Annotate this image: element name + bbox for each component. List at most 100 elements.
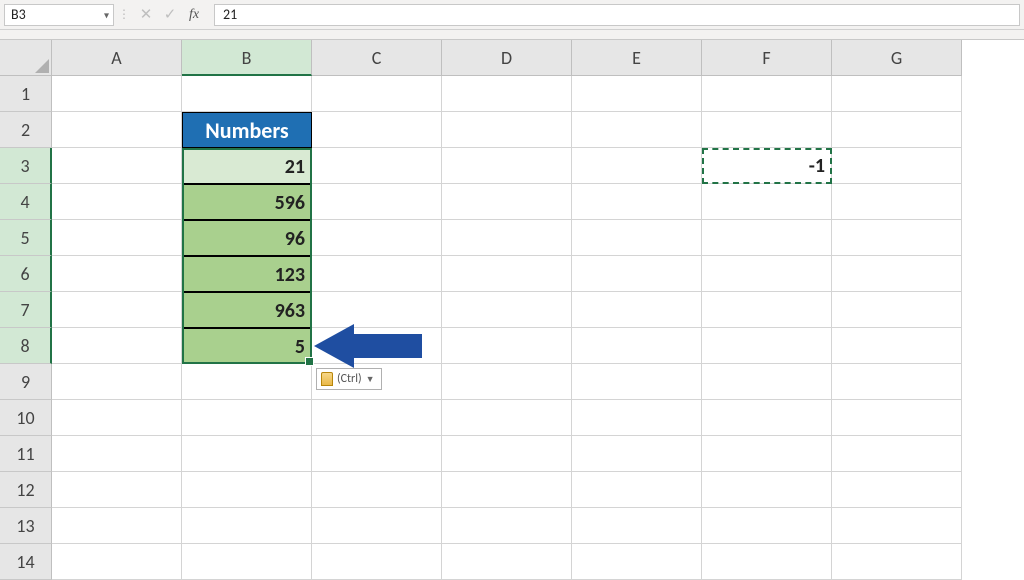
row-head-11[interactable]: 11 <box>0 436 52 472</box>
col-head-F[interactable]: F <box>702 40 832 76</box>
cell-G14[interactable] <box>832 544 962 580</box>
cell-E1[interactable] <box>572 76 702 112</box>
cell-E7[interactable] <box>572 292 702 328</box>
row-head-9[interactable]: 9 <box>0 364 52 400</box>
col-head-D[interactable]: D <box>442 40 572 76</box>
row-head-3[interactable]: 3 <box>0 148 52 184</box>
col-head-B[interactable]: B <box>182 40 312 76</box>
cell-E3[interactable] <box>572 148 702 184</box>
cell-E11[interactable] <box>572 436 702 472</box>
cell-D3[interactable] <box>442 148 572 184</box>
cell-G11[interactable] <box>832 436 962 472</box>
cell-F2[interactable] <box>702 112 832 148</box>
cell-A5[interactable] <box>52 220 182 256</box>
col-head-E[interactable]: E <box>572 40 702 76</box>
cell-C12[interactable] <box>312 472 442 508</box>
cell-D6[interactable] <box>442 256 572 292</box>
cell-C7[interactable] <box>312 292 442 328</box>
cell-A14[interactable] <box>52 544 182 580</box>
cell-A10[interactable] <box>52 400 182 436</box>
col-head-A[interactable]: A <box>52 40 182 76</box>
cell-A2[interactable] <box>52 112 182 148</box>
cell-B2[interactable]: Numbers <box>182 112 312 148</box>
cell-G8[interactable] <box>832 328 962 364</box>
cell-F5[interactable] <box>702 220 832 256</box>
cell-E2[interactable] <box>572 112 702 148</box>
cell-C13[interactable] <box>312 508 442 544</box>
paste-options-tag[interactable]: (Ctrl)▼ <box>316 368 382 390</box>
cell-C10[interactable] <box>312 400 442 436</box>
cell-B1[interactable] <box>182 76 312 112</box>
cell-C1[interactable] <box>312 76 442 112</box>
cell-D1[interactable] <box>442 76 572 112</box>
row-head-2[interactable]: 2 <box>0 112 52 148</box>
cell-F13[interactable] <box>702 508 832 544</box>
cell-G6[interactable] <box>832 256 962 292</box>
cell-F4[interactable] <box>702 184 832 220</box>
row-head-10[interactable]: 10 <box>0 400 52 436</box>
cell-A6[interactable] <box>52 256 182 292</box>
cell-E5[interactable] <box>572 220 702 256</box>
row-head-13[interactable]: 13 <box>0 508 52 544</box>
cell-D10[interactable] <box>442 400 572 436</box>
cell-G4[interactable] <box>832 184 962 220</box>
cell-E9[interactable] <box>572 364 702 400</box>
cell-A9[interactable] <box>52 364 182 400</box>
cell-D13[interactable] <box>442 508 572 544</box>
name-box[interactable]: B3 ▾ <box>4 4 114 26</box>
cell-G3[interactable] <box>832 148 962 184</box>
cancel-icon[interactable]: ✕ <box>134 4 158 26</box>
cell-B4[interactable]: 596 <box>182 184 312 220</box>
fx-icon[interactable]: fx <box>182 4 206 26</box>
cell-E10[interactable] <box>572 400 702 436</box>
cell-D5[interactable] <box>442 220 572 256</box>
cell-B10[interactable] <box>182 400 312 436</box>
cell-F6[interactable] <box>702 256 832 292</box>
cell-A13[interactable] <box>52 508 182 544</box>
cell-D2[interactable] <box>442 112 572 148</box>
cell-F14[interactable] <box>702 544 832 580</box>
formula-input[interactable]: 21 <box>214 4 1020 26</box>
cell-D12[interactable] <box>442 472 572 508</box>
cell-E12[interactable] <box>572 472 702 508</box>
cell-E4[interactable] <box>572 184 702 220</box>
row-head-12[interactable]: 12 <box>0 472 52 508</box>
cell-G12[interactable] <box>832 472 962 508</box>
cell-A12[interactable] <box>52 472 182 508</box>
cell-E6[interactable] <box>572 256 702 292</box>
cell-G9[interactable] <box>832 364 962 400</box>
col-head-G[interactable]: G <box>832 40 962 76</box>
cell-E13[interactable] <box>572 508 702 544</box>
cell-E8[interactable] <box>572 328 702 364</box>
cell-G7[interactable] <box>832 292 962 328</box>
cell-F1[interactable] <box>702 76 832 112</box>
cell-B12[interactable] <box>182 472 312 508</box>
cell-G13[interactable] <box>832 508 962 544</box>
cell-D9[interactable] <box>442 364 572 400</box>
select-all-corner[interactable] <box>0 40 52 76</box>
cell-B6[interactable]: 123 <box>182 256 312 292</box>
cell-C3[interactable] <box>312 148 442 184</box>
cell-G1[interactable] <box>832 76 962 112</box>
cell-B14[interactable] <box>182 544 312 580</box>
cell-C14[interactable] <box>312 544 442 580</box>
cell-A7[interactable] <box>52 292 182 328</box>
row-head-7[interactable]: 7 <box>0 292 52 328</box>
cell-A1[interactable] <box>52 76 182 112</box>
cell-F12[interactable] <box>702 472 832 508</box>
cell-A3[interactable] <box>52 148 182 184</box>
cell-F11[interactable] <box>702 436 832 472</box>
cell-F9[interactable] <box>702 364 832 400</box>
cell-D8[interactable] <box>442 328 572 364</box>
cell-F7[interactable] <box>702 292 832 328</box>
row-head-6[interactable]: 6 <box>0 256 52 292</box>
row-head-4[interactable]: 4 <box>0 184 52 220</box>
cell-A8[interactable] <box>52 328 182 364</box>
cell-G10[interactable] <box>832 400 962 436</box>
cell-A4[interactable] <box>52 184 182 220</box>
cell-B8[interactable]: 5 <box>182 328 312 364</box>
cell-G5[interactable] <box>832 220 962 256</box>
row-head-5[interactable]: 5 <box>0 220 52 256</box>
cell-E14[interactable] <box>572 544 702 580</box>
row-head-1[interactable]: 1 <box>0 76 52 112</box>
